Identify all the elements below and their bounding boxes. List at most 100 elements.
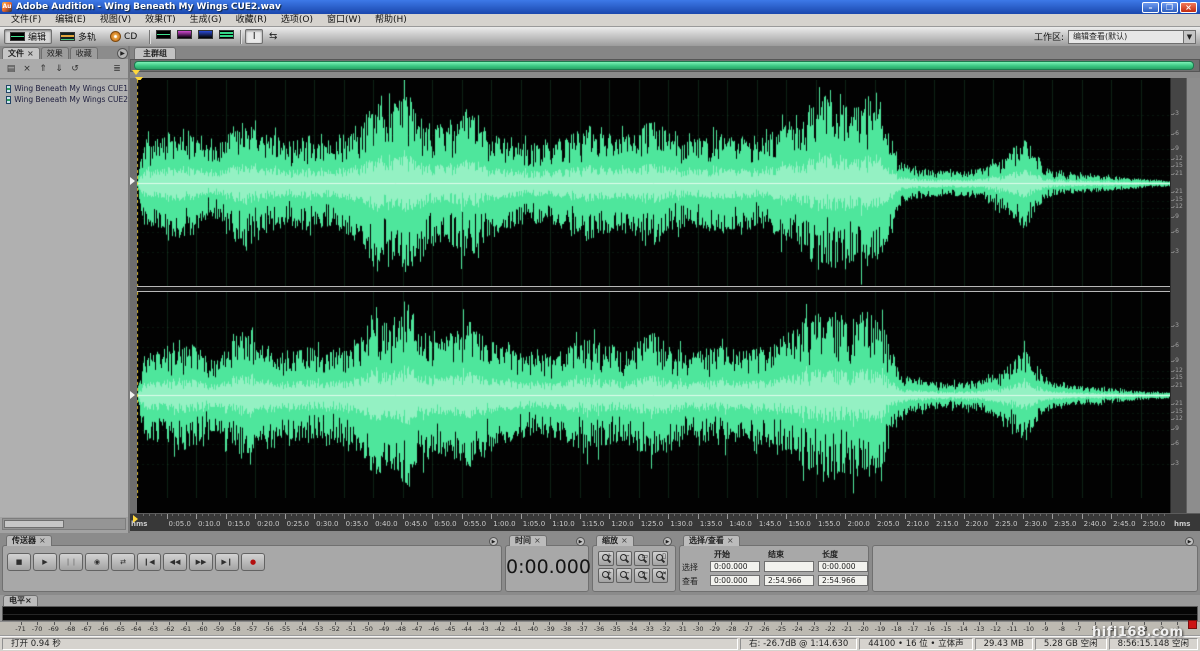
timeline-label: 2:15.0 (936, 520, 958, 528)
go-to-end-button[interactable]: ▶❙ (215, 553, 239, 571)
zoom-in-horizontally-button[interactable]: + (598, 551, 614, 566)
audio-file-icon (6, 96, 11, 104)
multitrack-view-button[interactable]: 多轨 (54, 29, 102, 44)
timeline-tick (379, 514, 380, 516)
zoom-to-selection-button[interactable]: ▯ (652, 551, 668, 566)
insert-into-cd-list-icon[interactable]: ⇓ (51, 62, 67, 76)
clip-indicator[interactable] (1188, 620, 1197, 629)
files-horizontal-scrollbar[interactable] (2, 518, 126, 530)
transport-tab[interactable]: 传送器× (6, 535, 52, 546)
timeline-ruler[interactable]: hms0:05.00:10.00:15.00:20.00:25.00:30.00… (130, 513, 1200, 531)
zoom-in-vertically-button[interactable]: + (598, 568, 614, 583)
import-file-icon[interactable]: ▤ (3, 62, 19, 76)
ftab-more[interactable]: ▶ (117, 48, 128, 59)
selection-view-tab[interactable]: 选择/查看× (683, 535, 740, 546)
insert-into-multitrack-icon[interactable]: ⇑ (35, 62, 51, 76)
timeline-label: 1:35.0 (700, 520, 722, 528)
main-group-tab[interactable]: 主群组 (134, 47, 176, 59)
zoom-out-full-button[interactable]: ▭ (634, 551, 650, 566)
panel-menu-icon[interactable]: ▶ (576, 537, 585, 546)
chevron-down-icon[interactable]: ▼ (1183, 31, 1195, 43)
timeline-tick (468, 514, 469, 516)
zoom-in-left-edge-button[interactable]: ⇤ (634, 568, 650, 583)
cd-view-label: CD (124, 32, 137, 42)
right-channel-waveform[interactable] (137, 292, 1170, 498)
close-icon[interactable]: × (727, 536, 734, 545)
close-icon[interactable]: × (27, 49, 34, 58)
fast-forward-button[interactable]: ▶▶ (189, 553, 213, 571)
play-looped-button[interactable]: ⇄ (111, 553, 135, 571)
menu-edit[interactable]: 编辑(E) (48, 14, 93, 27)
time-tab[interactable]: 时间× (509, 535, 547, 546)
spectral-frequency-display-button[interactable] (175, 29, 193, 44)
zoom-tab[interactable]: 缩放× (596, 535, 634, 546)
audio-file-icon (6, 85, 11, 93)
scrub-tool-button[interactable]: ⇆ (264, 29, 282, 44)
stop-button[interactable]: ■ (7, 553, 31, 571)
close-file-icon[interactable]: × (19, 62, 35, 76)
close-button[interactable]: × (1180, 2, 1197, 13)
minimize-button[interactable]: – (1142, 2, 1159, 13)
timeline-tick (533, 514, 534, 516)
panel-menu-icon[interactable]: ▶ (663, 537, 672, 546)
time-panel: 时间× ▶ 0:00.000 (505, 545, 589, 592)
zoom-out-vertically-button[interactable]: − (616, 568, 632, 583)
play-from-cursor-button[interactable]: ◉ (85, 553, 109, 571)
record-button[interactable]: ● (241, 553, 265, 571)
file-list: Wing Beneath My Wings CUE1Wing Beneath M… (0, 80, 128, 517)
edit-file-icon[interactable]: ↺ (67, 62, 83, 76)
menu-view[interactable]: 视图(V) (93, 14, 138, 27)
tab-files[interactable]: 文件× (2, 47, 40, 59)
edit-view-button[interactable]: 编辑 (4, 29, 52, 44)
timeline-tick (810, 514, 811, 516)
maximize-button[interactable]: ❐ (1161, 2, 1178, 13)
cd-view-button[interactable]: CD (104, 29, 143, 44)
rewind-button[interactable]: ◀◀ (163, 553, 187, 571)
menu-effects[interactable]: 效果(T) (138, 14, 183, 27)
scrollbar-thumb[interactable] (4, 520, 64, 528)
scale-label: -15 (941, 625, 952, 633)
scale-label: -70 (32, 625, 43, 633)
level-meter[interactable] (2, 606, 1198, 621)
timeline-tick (1070, 514, 1071, 516)
timeline-tick (1011, 514, 1012, 516)
file-list-item[interactable]: Wing Beneath My Wings CUE1 (0, 83, 128, 94)
menu-file[interactable]: 文件(F) (4, 14, 48, 27)
zoom-in-right-edge-button[interactable]: ⇥ (652, 568, 668, 583)
time-selection-tool-button[interactable]: I (245, 29, 263, 44)
close-icon[interactable]: × (534, 536, 541, 545)
overview-navigator[interactable] (130, 59, 1200, 72)
play-button[interactable]: ▶ (33, 553, 57, 571)
zoom-out-horizontally-button[interactable]: − (616, 551, 632, 566)
spectral-pan-display-button[interactable] (196, 29, 214, 44)
tab-favorites[interactable]: 收藏 (70, 47, 98, 59)
menu-help[interactable]: 帮助(H) (368, 14, 414, 27)
selection-start-field[interactable]: 0:00.000 (710, 561, 760, 572)
menu-window[interactable]: 窗口(W) (320, 14, 368, 27)
panel-menu-icon[interactable]: ▶ (489, 537, 498, 546)
selection-length-field[interactable]: 0:00.000 (818, 561, 868, 572)
left-channel-waveform[interactable] (137, 80, 1170, 286)
file-list-item[interactable]: Wing Beneath My Wings CUE2 (0, 94, 128, 105)
spectral-phase-display-button[interactable] (217, 29, 235, 44)
view-end-field[interactable]: 2:54.966 (764, 575, 814, 586)
pause-button[interactable]: ❙❙ (59, 553, 83, 571)
selection-end-field[interactable] (764, 561, 814, 572)
sort-options-icon[interactable]: ≣ (109, 62, 125, 76)
menu-options[interactable]: 选项(O) (274, 14, 320, 27)
menu-favorites[interactable]: 收藏(R) (229, 14, 274, 27)
panel-menu-icon[interactable]: ▶ (1185, 537, 1194, 546)
waveform-display-button[interactable] (154, 29, 172, 44)
waveform-display[interactable]: -3-3-6-6-9-9-12-12-15-15-21-21-3-3-6-6-9… (130, 78, 1200, 513)
overview-range-bar[interactable] (134, 61, 1194, 70)
close-icon[interactable]: × (621, 536, 628, 545)
close-icon[interactable]: × (25, 596, 32, 605)
close-icon[interactable]: × (39, 536, 46, 545)
view-start-field[interactable]: 0:00.000 (710, 575, 760, 586)
workspace-dropdown[interactable]: 编辑查看(默认) ▼ (1068, 30, 1196, 44)
view-length-field[interactable]: 2:54.966 (818, 575, 868, 586)
go-to-beginning-button[interactable]: ❙◀ (137, 553, 161, 571)
level-tab[interactable]: 电平× (3, 595, 38, 606)
menu-generate[interactable]: 生成(G) (183, 14, 229, 27)
tab-effects[interactable]: 效果 (41, 47, 69, 59)
